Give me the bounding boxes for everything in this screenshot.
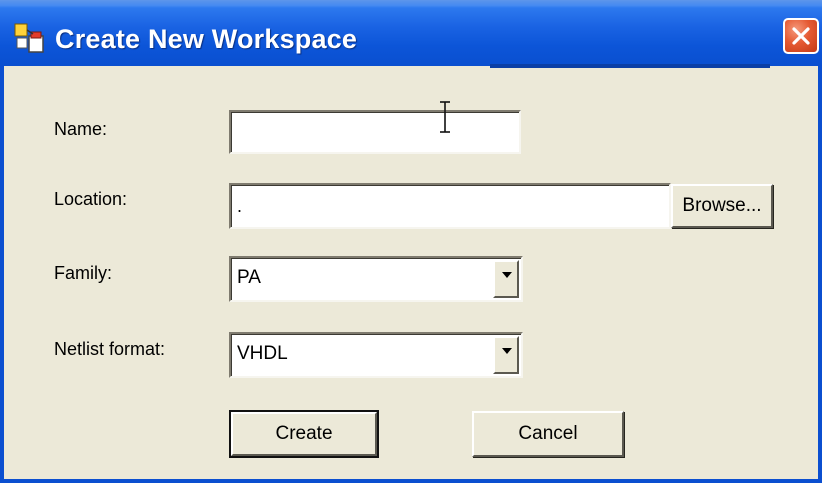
- create-workspace-dialog: Create New Workspace Name: Location: Bro…: [0, 0, 822, 483]
- name-field[interactable]: [229, 110, 521, 154]
- window-border-right: [818, 66, 822, 483]
- dialog-title: Create New Workspace: [55, 24, 358, 54]
- family-dropdown-button[interactable]: [493, 260, 519, 298]
- location-label: Location:: [54, 189, 128, 209]
- title-bar-divider: [490, 64, 770, 68]
- netlist-format-select[interactable]: VHDL: [229, 332, 523, 378]
- location-field[interactable]: [229, 183, 671, 229]
- chevron-down-icon: [502, 272, 512, 278]
- chevron-down-icon: [502, 348, 512, 354]
- title-bar-shine: [0, 0, 822, 8]
- family-label: Family:: [54, 263, 112, 283]
- create-button[interactable]: Create: [229, 410, 379, 458]
- browse-button[interactable]: Browse...: [671, 184, 773, 228]
- cancel-button[interactable]: Cancel: [472, 411, 624, 457]
- netlist-format-selected-value: VHDL: [237, 343, 288, 364]
- netlist-format-label: Netlist format:: [54, 339, 166, 359]
- workspace-app-icon: [13, 22, 47, 56]
- window-border-bottom: [0, 479, 822, 483]
- netlist-format-dropdown-button[interactable]: [493, 336, 519, 374]
- family-selected-value: PA: [237, 267, 261, 288]
- family-select[interactable]: PA: [229, 256, 523, 302]
- title-bar[interactable]: Create New Workspace: [0, 0, 822, 66]
- close-button[interactable]: [783, 18, 819, 54]
- window-border-left: [0, 66, 4, 483]
- name-label: Name:: [54, 119, 108, 139]
- close-icon: [792, 27, 810, 45]
- text-cursor-icon: [438, 100, 452, 134]
